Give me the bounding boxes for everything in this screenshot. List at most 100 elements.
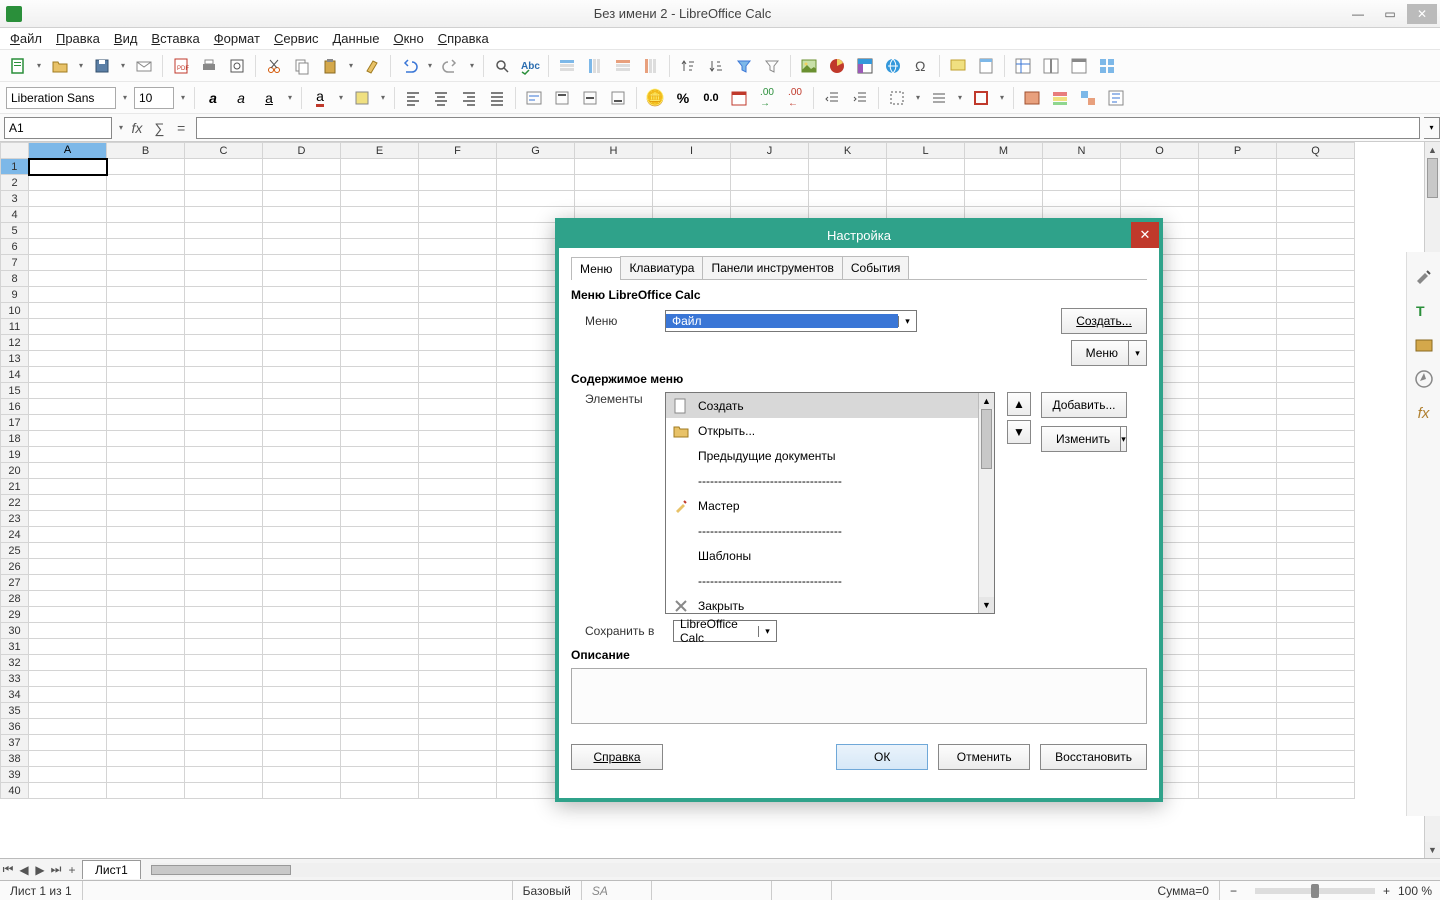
copy-icon[interactable] <box>290 54 314 78</box>
maximize-button[interactable]: ▭ <box>1375 4 1405 24</box>
menu-данные[interactable]: Данные <box>326 29 385 48</box>
wrap-icon[interactable] <box>522 86 546 110</box>
move-up-button[interactable]: ▲ <box>1007 392 1031 416</box>
filter-icon[interactable] <box>760 54 784 78</box>
menu-сервис[interactable]: Сервис <box>268 29 325 48</box>
styles-icon[interactable] <box>1076 86 1100 110</box>
restore-button[interactable]: Восстановить <box>1040 744 1147 770</box>
edit-split-button[interactable]: Изменить ▾ <box>1041 426 1127 452</box>
formula-input[interactable] <box>196 117 1420 139</box>
dialog-titlebar[interactable]: Настройка ✕ <box>559 222 1159 248</box>
font-size-dropdown[interactable]: ▾ <box>178 86 188 110</box>
del-row-icon[interactable] <box>611 54 635 78</box>
menu-split-button[interactable]: Меню ▾ <box>1071 340 1147 366</box>
menu-справка[interactable]: Справка <box>432 29 495 48</box>
borders-icon[interactable] <box>885 86 909 110</box>
function-wizard-icon[interactable]: fx <box>126 117 148 139</box>
find-icon[interactable] <box>490 54 514 78</box>
paste-icon[interactable] <box>318 54 342 78</box>
email-icon[interactable] <box>132 54 156 78</box>
open-dropdown[interactable]: ▾ <box>76 54 86 78</box>
menu-правка[interactable]: Правка <box>50 29 106 48</box>
dialog-close-button[interactable]: ✕ <box>1131 222 1159 248</box>
underline-icon[interactable]: a <box>257 86 281 110</box>
gallery-icon[interactable] <box>1413 334 1435 356</box>
savein-combo[interactable]: LibreOffice Calc ▾ <box>673 620 777 642</box>
add-decimal-icon[interactable]: .00→ <box>755 86 779 110</box>
preview-icon[interactable] <box>225 54 249 78</box>
dialog-tab-1[interactable]: Клавиатура <box>620 256 703 279</box>
bold-icon[interactable]: a <box>201 86 225 110</box>
menu-вид[interactable]: Вид <box>108 29 144 48</box>
next-sheet-nav[interactable]: ▶ <box>32 863 48 877</box>
font-size-input[interactable] <box>134 87 174 109</box>
list-item[interactable]: Открыть... <box>666 418 994 443</box>
listbox-scrollbar[interactable]: ▲▼ <box>978 393 994 613</box>
freeze-icon[interactable] <box>1011 54 1035 78</box>
move-down-button[interactable]: ▼ <box>1007 420 1031 444</box>
sum-icon[interactable]: ∑ <box>148 117 170 139</box>
navigator-icon[interactable] <box>1413 368 1435 390</box>
grid-icon[interactable] <box>1095 54 1119 78</box>
valign-top-icon[interactable] <box>550 86 574 110</box>
border-color-dropdown[interactable]: ▾ <box>997 86 1007 110</box>
open-icon[interactable] <box>48 54 72 78</box>
list-item[interactable]: ------------------------------------ <box>666 568 994 593</box>
print-icon[interactable] <box>197 54 221 78</box>
menu-вставка[interactable]: Вставка <box>145 29 205 48</box>
first-sheet-nav[interactable]: ⏮ <box>0 862 16 877</box>
redo-icon[interactable] <box>439 54 463 78</box>
cond-fmt-icon[interactable] <box>1048 86 1072 110</box>
menu-формат[interactable]: Формат <box>208 29 266 48</box>
date-icon[interactable] <box>727 86 751 110</box>
help-button[interactable]: Справка <box>571 744 663 770</box>
percent-icon[interactable]: % <box>671 86 695 110</box>
font-name-input[interactable] <box>6 87 116 109</box>
chart-icon[interactable] <box>825 54 849 78</box>
horizontal-scrollbar[interactable] <box>151 863 1440 877</box>
row-icon[interactable] <box>555 54 579 78</box>
save-icon[interactable] <box>90 54 114 78</box>
borders-dropdown[interactable]: ▾ <box>913 86 923 110</box>
list-item[interactable]: Закрыть <box>666 593 994 614</box>
zoom-slider[interactable] <box>1255 888 1375 894</box>
prev-sheet-nav[interactable]: ◀ <box>16 863 32 877</box>
align-center-icon[interactable] <box>429 86 453 110</box>
dialog-tab-2[interactable]: Панели инструментов <box>702 256 842 279</box>
number-icon[interactable]: 0.0 <box>699 86 723 110</box>
font-color-icon[interactable]: a <box>308 86 332 110</box>
themes-icon[interactable] <box>1104 86 1128 110</box>
currency-icon[interactable]: 🪙 <box>643 86 667 110</box>
border-color-icon[interactable] <box>969 86 993 110</box>
list-item[interactable]: Предыдущие документы <box>666 443 994 468</box>
new-doc-icon[interactable] <box>6 54 30 78</box>
selection-mode[interactable] <box>652 881 772 900</box>
autofilter-icon[interactable] <box>732 54 756 78</box>
list-item[interactable]: ------------------------------------ <box>666 468 994 493</box>
spellcheck-icon[interactable]: Abc <box>518 54 542 78</box>
add-sheet-button[interactable]: + <box>64 863 80 877</box>
zoom-value[interactable]: 100 % <box>1390 884 1440 898</box>
del-col-icon[interactable] <box>639 54 663 78</box>
highlight-icon[interactable] <box>350 86 374 110</box>
signature[interactable] <box>772 881 832 900</box>
add-button[interactable]: Добавить... <box>1041 392 1127 418</box>
list-item[interactable]: Мастер <box>666 493 994 518</box>
sheet-tab[interactable]: Лист1 <box>82 860 141 879</box>
sum-display[interactable]: Сумма=0 <box>1148 881 1220 900</box>
formula-expand[interactable]: ▾ <box>1424 117 1440 139</box>
new-doc-dropdown[interactable]: ▾ <box>34 54 44 78</box>
del-decimal-icon[interactable]: .00← <box>783 86 807 110</box>
dialog-tab-3[interactable]: События <box>842 256 910 279</box>
functions-icon[interactable]: fx <box>1413 402 1435 424</box>
elements-listbox[interactable]: СоздатьОткрыть...Предыдущие документы---… <box>665 392 995 614</box>
align-justify-icon[interactable] <box>485 86 509 110</box>
link-icon[interactable] <box>881 54 905 78</box>
undo-dropdown[interactable]: ▾ <box>425 54 435 78</box>
image-icon[interactable] <box>797 54 821 78</box>
header-icon[interactable] <box>974 54 998 78</box>
undo-icon[interactable] <box>397 54 421 78</box>
format-paint-icon[interactable] <box>360 54 384 78</box>
highlight-dropdown[interactable]: ▾ <box>378 86 388 110</box>
sort-asc-icon[interactable] <box>676 54 700 78</box>
